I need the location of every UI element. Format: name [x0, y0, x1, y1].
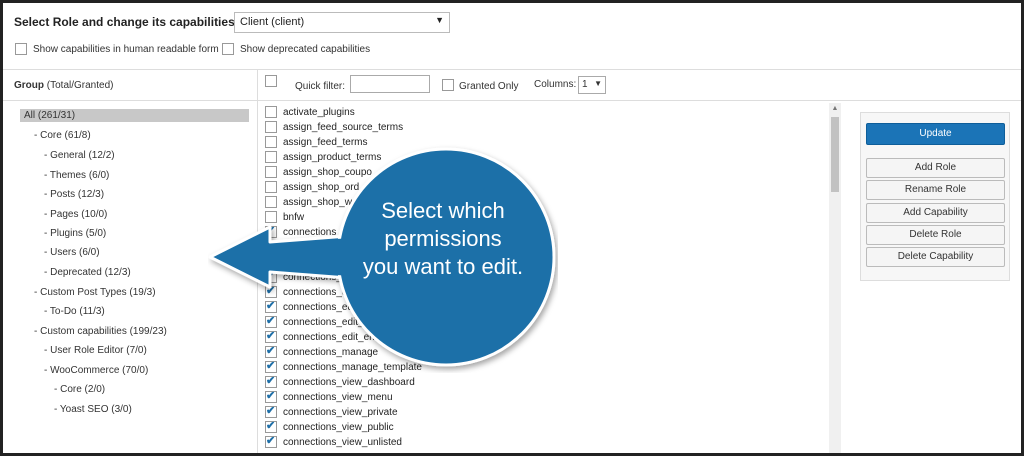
- show-deprecated-label: Show deprecated capabilities: [240, 43, 371, 55]
- capability-checkbox[interactable]: [265, 434, 277, 448]
- group-item[interactable]: - Themes (6/0): [44, 170, 109, 181]
- show-deprecated-checkbox[interactable]: [222, 43, 234, 55]
- callout-line: you want to edit.: [362, 254, 524, 279]
- chevron-down-icon: ▼: [435, 15, 444, 25]
- granted-only-checkbox[interactable]: [442, 79, 454, 91]
- divider: [3, 100, 1021, 101]
- capability-label: assign_feed_source_terms: [283, 121, 404, 133]
- capability-checkbox[interactable]: [265, 374, 277, 388]
- capabilities-scrollbar[interactable]: ▲: [829, 103, 841, 453]
- columns-label: Columns:: [534, 79, 577, 90]
- group-item[interactable]: - General (12/2): [44, 150, 115, 161]
- scrollbar-thumb[interactable]: [831, 117, 839, 192]
- capability-label: connections_view_unlisted: [283, 436, 402, 448]
- group-header-title: Group: [14, 80, 44, 91]
- quick-filter-input[interactable]: [350, 75, 430, 93]
- show-deprecated-option[interactable]: Show deprecated capabilities: [222, 43, 370, 55]
- capability-row[interactable]: connections_view_dashboard: [265, 374, 415, 389]
- rename-role-button[interactable]: Rename Role: [866, 180, 1005, 200]
- capability-label: connections_view_private: [283, 406, 398, 418]
- group-header-subtitle: (Total/Granted): [44, 80, 114, 91]
- capability-label: connections_view_public: [283, 421, 394, 433]
- capability-label: connections_view_menu: [283, 391, 393, 403]
- capability-row[interactable]: activate_plugins: [265, 105, 355, 119]
- select-all-checkbox[interactable]: [265, 75, 277, 87]
- group-item[interactable]: - Core (2/0): [54, 384, 105, 395]
- actions-panel: Update Add Role Rename Role Add Capabili…: [860, 112, 1010, 281]
- columns-select[interactable]: 1 ▼: [578, 76, 606, 94]
- capability-row[interactable]: connections_view_menu: [265, 389, 393, 404]
- show-human-readable-label: Show capabilities in human readable form: [33, 43, 219, 55]
- callout-text: Select which permissions you want to edi…: [343, 197, 543, 281]
- granted-only-label: Granted Only: [459, 81, 519, 92]
- filter-bar: Quick filter: Granted Only Columns: 1 ▼: [265, 75, 825, 99]
- group-item[interactable]: - Custom capabilities (199/23): [34, 326, 167, 337]
- capability-label: connections_view_dashboard: [283, 376, 415, 388]
- capability-checkbox[interactable]: [265, 389, 277, 403]
- capability-row[interactable]: connections_view_private: [265, 404, 398, 419]
- divider: [3, 69, 1021, 70]
- chevron-down-icon: ▼: [594, 79, 602, 88]
- group-item-all[interactable]: All (261/31): [20, 109, 249, 122]
- group-item[interactable]: - WooCommerce (70/0): [44, 365, 148, 376]
- capability-checkbox[interactable]: [265, 106, 277, 118]
- group-header: Group (Total/Granted): [14, 80, 113, 91]
- columns-select-value: 1: [582, 79, 588, 90]
- capability-checkbox[interactable]: [265, 419, 277, 433]
- role-editor-window: Select Role and change its capabilities:…: [0, 0, 1024, 456]
- capability-row[interactable]: connections_view_unlisted: [265, 434, 402, 449]
- role-select-value: Client (client): [240, 16, 305, 28]
- group-item[interactable]: - To-Do (11/3): [44, 306, 105, 317]
- callout-line: Select which: [381, 198, 505, 223]
- capability-checkbox[interactable]: [265, 404, 277, 418]
- capability-label: activate_plugins: [283, 106, 355, 118]
- show-human-readable-option[interactable]: Show capabilities in human readable form: [15, 43, 219, 55]
- add-role-button[interactable]: Add Role: [866, 158, 1005, 178]
- update-button[interactable]: Update: [866, 123, 1005, 145]
- delete-role-button[interactable]: Delete Role: [866, 225, 1005, 245]
- capability-row[interactable]: connections_view_public: [265, 419, 394, 434]
- group-item[interactable]: - Pages (10/0): [44, 209, 107, 220]
- role-select-label: Select Role and change its capabilities:: [14, 15, 239, 29]
- group-item[interactable]: - Yoast SEO (3/0): [54, 404, 132, 415]
- callout-line: permissions: [384, 226, 502, 251]
- show-human-readable-checkbox[interactable]: [15, 43, 27, 55]
- scroll-up-icon[interactable]: ▲: [829, 103, 841, 115]
- capability-row[interactable]: assign_feed_source_terms: [265, 120, 403, 134]
- group-item[interactable]: - Core (61/8): [34, 130, 91, 141]
- quick-filter-label: Quick filter:: [295, 81, 346, 92]
- group-item[interactable]: - Posts (12/3): [44, 189, 104, 200]
- group-item[interactable]: - Custom Post Types (19/3): [34, 287, 156, 298]
- delete-capability-button[interactable]: Delete Capability: [866, 247, 1005, 267]
- group-item[interactable]: - Users (6/0): [44, 247, 100, 258]
- add-capability-button[interactable]: Add Capability: [866, 203, 1005, 223]
- group-item[interactable]: - Deprecated (12/3): [44, 267, 131, 278]
- group-item[interactable]: - User Role Editor (7/0): [44, 345, 147, 356]
- role-select[interactable]: Client (client) ▼: [234, 12, 450, 33]
- capability-checkbox[interactable]: [265, 121, 277, 133]
- group-item[interactable]: - Plugins (5/0): [44, 228, 106, 239]
